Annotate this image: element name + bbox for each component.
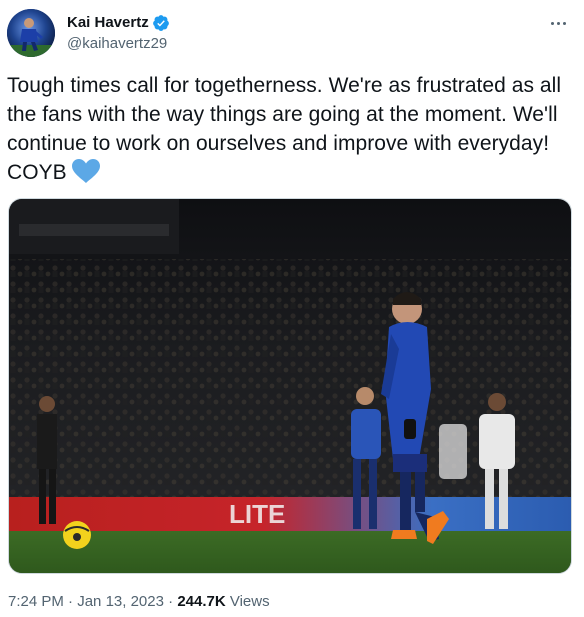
views-label: Views xyxy=(229,593,270,610)
pitch-board-text: LITE xyxy=(229,499,285,529)
name-row: Kai Havertz xyxy=(67,13,170,33)
tweet-card: Kai Havertz @kaihavertz29 Tough times ca… xyxy=(0,0,584,617)
blue-heart-icon xyxy=(71,159,100,183)
tweet-time[interactable]: 7:24 PM xyxy=(8,593,64,610)
verified-badge-icon xyxy=(152,15,169,31)
more-options-icon xyxy=(550,21,554,25)
meta-separator: · xyxy=(68,593,74,610)
handle[interactable]: @kaihavertz29 xyxy=(67,34,167,54)
tweet-media[interactable]: LITE xyxy=(8,198,572,574)
football-player-photo-icon: LITE xyxy=(9,199,571,573)
meta-separator: · xyxy=(168,593,174,610)
profile-photo-avatar-icon xyxy=(7,9,55,57)
avatar[interactable] xyxy=(7,9,55,57)
more-options-button[interactable] xyxy=(543,11,573,35)
tweet-header: Kai Havertz @kaihavertz29 xyxy=(7,9,577,57)
display-name[interactable]: Kai Havertz xyxy=(67,13,149,33)
tweet-meta: 7:24 PM · Jan 13, 2023 · 244.7K Views xyxy=(8,592,270,612)
tweet-date[interactable]: Jan 13, 2023 xyxy=(77,593,164,610)
tweet-text: Tough times call for togetherness. We're… xyxy=(7,71,573,187)
views-count[interactable]: 244.7K xyxy=(177,593,225,610)
